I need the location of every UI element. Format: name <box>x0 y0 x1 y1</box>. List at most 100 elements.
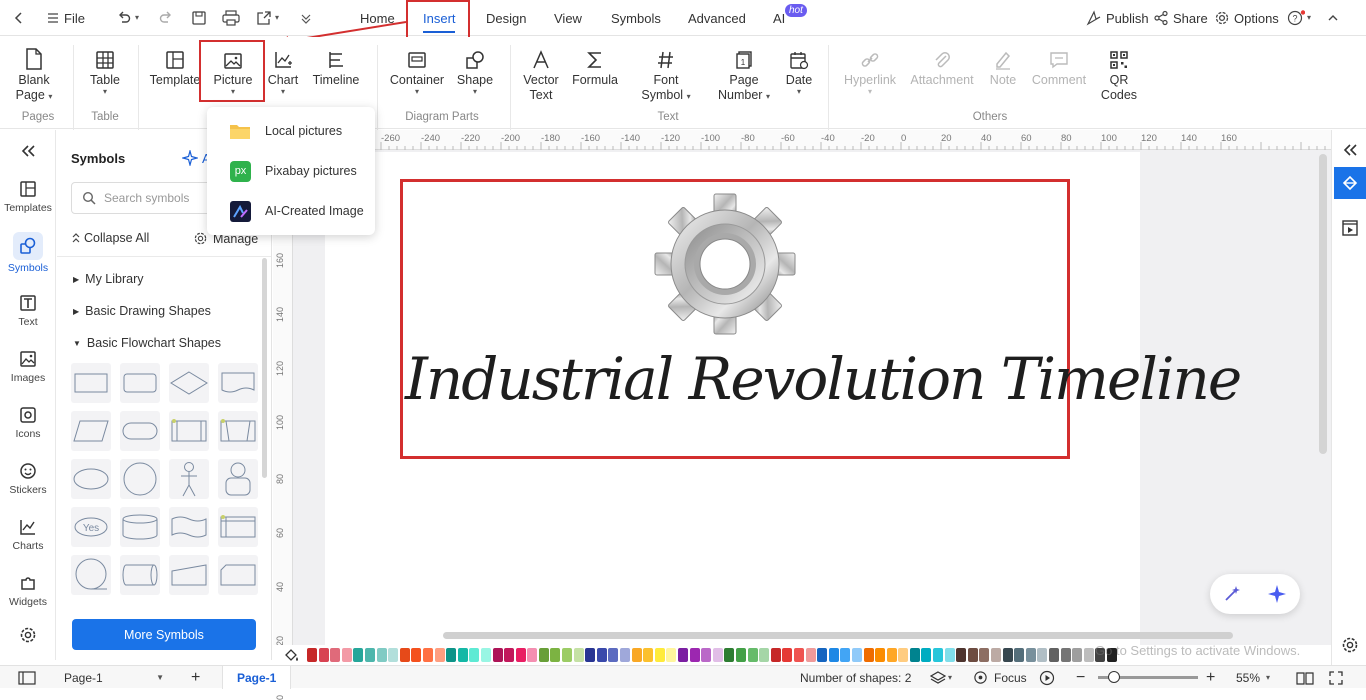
shape-off-page[interactable] <box>218 555 258 595</box>
color-swatch[interactable] <box>724 648 735 662</box>
page-number-button[interactable]: 1 Page Number ▾ <box>712 37 776 113</box>
color-swatch[interactable] <box>643 648 654 662</box>
expand-right-panel-icon[interactable] <box>1342 143 1358 157</box>
page-tab-active[interactable]: Page-1 <box>222 666 292 689</box>
color-swatch[interactable] <box>446 648 457 662</box>
comment-button[interactable]: Comment <box>1028 37 1090 113</box>
shape-direct-data[interactable] <box>120 555 160 595</box>
title-text[interactable]: Industrial Revolution Timeline <box>405 345 1242 413</box>
shape-terminator[interactable] <box>120 411 160 451</box>
gear-image[interactable] <box>654 193 796 335</box>
color-swatch[interactable] <box>909 648 920 662</box>
color-swatch[interactable] <box>399 648 410 662</box>
sidebar-item-charts[interactable]: Charts <box>0 518 56 552</box>
chart-button[interactable]: Chart ▾ <box>266 37 300 113</box>
help-button[interactable]: ? ▾ <box>1287 0 1311 36</box>
shape-rounded-rectangle[interactable] <box>120 363 160 403</box>
collapse-all-button[interactable]: Collapse All <box>71 231 149 245</box>
container-button[interactable]: Container ▾ <box>388 37 446 113</box>
sidebar-item-symbols[interactable]: Symbols <box>0 232 56 274</box>
symbols-scrollbar[interactable] <box>262 258 267 478</box>
color-swatch[interactable] <box>678 648 688 662</box>
color-swatch[interactable] <box>307 648 317 662</box>
save-button[interactable] <box>191 0 207 36</box>
presentation-icon[interactable] <box>1341 219 1359 237</box>
page-layout-toggle-icon[interactable] <box>18 666 36 689</box>
table-button[interactable]: Table ▾ <box>86 37 124 113</box>
menu-item-pixabay-pictures[interactable]: px Pixabay pictures <box>207 153 375 189</box>
library-basic-drawing-shapes[interactable]: ▶ Basic Drawing Shapes <box>73 304 211 318</box>
color-swatch[interactable] <box>538 648 549 662</box>
sidebar-item-widgets[interactable]: Widgets <box>0 574 56 608</box>
shape-yes-label[interactable]: Yes <box>71 507 111 547</box>
shape-internal-storage[interactable] <box>218 411 258 451</box>
color-swatch[interactable] <box>492 648 503 662</box>
vertical-scrollbar[interactable] <box>1319 154 1327 454</box>
color-swatch[interactable] <box>921 648 932 662</box>
fill-bucket-icon[interactable] <box>283 647 301 663</box>
hyperlink-button[interactable]: Hyperlink ▾ <box>840 37 900 113</box>
add-page-button[interactable]: + <box>191 666 200 689</box>
shape-connector[interactable] <box>71 555 111 595</box>
sidebar-item-stickers[interactable]: Stickers <box>0 462 56 496</box>
menu-item-local-pictures[interactable]: Local pictures <box>207 113 375 149</box>
horizontal-scrollbar[interactable] <box>443 632 1233 639</box>
shape-card[interactable] <box>218 507 258 547</box>
color-swatch[interactable] <box>875 648 886 662</box>
color-swatch[interactable] <box>469 648 480 662</box>
color-swatch[interactable] <box>991 648 1002 662</box>
date-button[interactable]: Date ▾ <box>784 37 814 113</box>
more-symbols-button[interactable]: More Symbols <box>72 619 256 650</box>
color-swatch[interactable] <box>782 648 793 662</box>
color-swatch[interactable] <box>341 648 352 662</box>
color-swatch[interactable] <box>504 648 515 662</box>
color-swatch[interactable] <box>1072 648 1083 662</box>
shape-user[interactable] <box>218 459 258 499</box>
style-panel-button[interactable] <box>1334 167 1366 199</box>
magic-wand-icon[interactable] <box>1223 585 1241 603</box>
color-swatch[interactable] <box>944 648 955 662</box>
file-menu[interactable]: File <box>46 0 85 36</box>
tab-ai[interactable]: AI <box>773 0 785 36</box>
color-swatch[interactable] <box>1002 648 1013 662</box>
color-swatch[interactable] <box>747 648 758 662</box>
color-swatch[interactable] <box>1037 648 1048 662</box>
color-swatch[interactable] <box>573 648 584 662</box>
collapse-ribbon-icon[interactable] <box>1327 0 1339 36</box>
color-swatch[interactable] <box>585 648 596 662</box>
share-button[interactable]: Share <box>1153 0 1208 36</box>
color-swatch[interactable] <box>631 648 642 662</box>
zoom-slider[interactable] <box>1098 666 1198 689</box>
shape-data[interactable] <box>71 411 111 451</box>
color-swatch[interactable] <box>712 648 723 662</box>
formula-button[interactable]: Formula <box>570 37 620 113</box>
color-swatch[interactable] <box>793 648 804 662</box>
shape-decision[interactable] <box>169 363 209 403</box>
color-swatch[interactable] <box>689 648 700 662</box>
color-swatch[interactable] <box>654 648 665 662</box>
color-swatch[interactable] <box>388 648 399 662</box>
layers-button[interactable]: ▾ <box>930 666 952 689</box>
color-swatch[interactable] <box>608 648 619 662</box>
color-swatch[interactable] <box>550 648 561 662</box>
color-swatch[interactable] <box>1083 648 1094 662</box>
options-button[interactable]: Options <box>1214 0 1279 36</box>
zoom-level[interactable]: 55% ▾ <box>1236 666 1270 689</box>
color-swatch[interactable] <box>1025 648 1036 662</box>
color-swatch[interactable] <box>851 648 862 662</box>
color-swatch[interactable] <box>898 648 909 662</box>
color-swatch[interactable] <box>1014 648 1025 662</box>
sidebar-item-images[interactable]: Images <box>0 350 56 384</box>
color-swatch[interactable] <box>770 648 781 662</box>
bottom-settings-icon[interactable] <box>1341 636 1359 654</box>
zoom-out-button[interactable]: − <box>1076 666 1085 689</box>
sidebar-item-text[interactable]: Text <box>0 294 56 328</box>
page-select[interactable]: Page-1 ▼ <box>56 666 168 689</box>
undo-button[interactable]: ▾ <box>116 0 139 36</box>
color-swatch[interactable] <box>666 648 677 662</box>
vector-text-button[interactable]: Vector Text <box>520 37 562 113</box>
redo-button[interactable] <box>158 0 174 36</box>
library-basic-flowchart-shapes[interactable]: ▼ Basic Flowchart Shapes <box>73 336 221 350</box>
tab-design[interactable]: Design <box>486 0 526 36</box>
color-swatch[interactable] <box>376 648 387 662</box>
